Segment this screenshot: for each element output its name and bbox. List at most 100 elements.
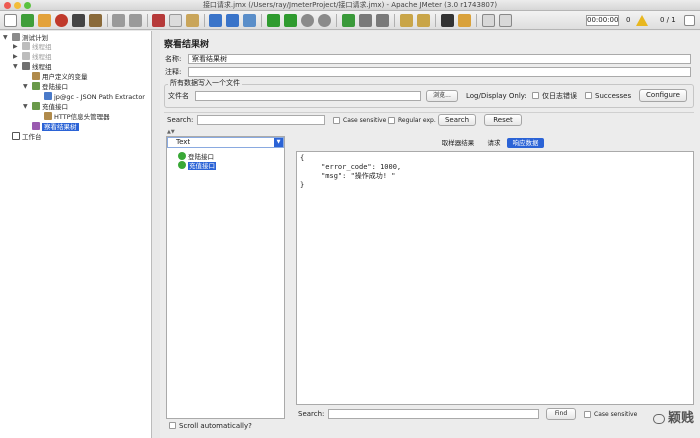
tab-request[interactable]: 请求 <box>482 138 506 148</box>
errors-only-label: 仅日志错误 <box>542 92 577 100</box>
remote-start-icon[interactable] <box>342 14 355 27</box>
workbench-icon <box>12 132 20 140</box>
panel-title: 察看结果树 <box>164 40 210 50</box>
close-icon[interactable] <box>55 14 68 27</box>
clear-icon[interactable] <box>400 14 413 27</box>
zoom-window-button[interactable] <box>24 2 31 9</box>
close-window-button[interactable] <box>4 2 11 9</box>
case-sensitive-checkbox[interactable] <box>333 117 340 124</box>
detail-case-sensitive-checkbox[interactable] <box>584 411 591 418</box>
tab-sampler-result[interactable]: 取样器结果 <box>434 138 482 148</box>
view-results-tree-panel: 察看结果树 名称: 察看结果树 注释: 所有数据写入一个文件 文件名 浏览...… <box>160 31 700 438</box>
collapse-icon[interactable] <box>226 14 239 27</box>
wrench-icon <box>32 72 40 80</box>
search-button[interactable]: Search <box>438 114 476 126</box>
warning-icon[interactable] <box>636 15 648 26</box>
new-icon[interactable] <box>4 14 17 27</box>
reset-search-icon[interactable] <box>458 14 471 27</box>
test-plan-icon <box>12 33 20 41</box>
find-button[interactable]: Find <box>546 408 576 420</box>
tree-item-user-variables[interactable]: 用户定义的变量 <box>32 72 88 81</box>
save-as-icon[interactable] <box>89 14 102 27</box>
minimize-window-button[interactable] <box>14 2 21 9</box>
response-line: "error_code": 1000, <box>300 163 402 171</box>
tree-item-header-manager[interactable]: HTTP信息头管理器 <box>44 112 110 121</box>
success-shield-icon <box>178 161 186 169</box>
extractor-icon <box>44 92 52 100</box>
comment-field[interactable] <box>188 67 691 77</box>
tree-item-test-plan[interactable]: 测试计划 <box>12 33 48 42</box>
shutdown-icon[interactable] <box>318 14 331 27</box>
undo-icon[interactable] <box>112 14 125 27</box>
response-line: } <box>300 181 305 189</box>
tab-response-data[interactable]: 响应数据 <box>507 138 544 148</box>
search-label: Search: <box>167 116 194 124</box>
renderer-value: Text <box>176 138 191 146</box>
tree-item-recharge-sampler[interactable]: 充值接口 <box>32 102 68 111</box>
remote-stop-icon[interactable] <box>359 14 372 27</box>
filename-field[interactable] <box>195 91 421 101</box>
window-title-bar: 接口请求.jmx (/Users/ray/JmeterProject/接口请求.… <box>0 0 700 11</box>
scroll-automatically-checkbox[interactable] <box>169 422 176 429</box>
tree-item-thread-group-1[interactable]: 线程组 <box>22 42 52 51</box>
sampler-icon <box>32 102 40 110</box>
elapsed-timer: 00:00:00 <box>586 15 619 26</box>
open-icon[interactable] <box>38 14 51 27</box>
configure-button[interactable]: Configure <box>639 89 687 102</box>
case-sensitive-label: Case sensitive <box>343 117 387 124</box>
save-icon[interactable] <box>72 14 85 27</box>
detail-case-sensitive-label: Case sensitive <box>594 411 638 418</box>
tree-item-json-path-extractor[interactable]: jp@gc - JSON Path Extractor <box>44 92 145 101</box>
listener-icon <box>32 122 40 130</box>
errors-only-checkbox[interactable] <box>532 92 539 99</box>
stop-icon[interactable] <box>301 14 314 27</box>
test-plan-tree: ▼ 测试计划 ▶ 线程组 ▶ 线程组 ▼ 线程组 用户定义的变量 ▼ 登陆接口 … <box>0 31 152 438</box>
inner-splitter[interactable] <box>286 136 295 419</box>
detail-search-input[interactable] <box>328 409 539 419</box>
sampler-icon <box>32 82 40 90</box>
search-input[interactable] <box>197 115 325 125</box>
search-icon[interactable] <box>441 14 454 27</box>
regular-exp-checkbox[interactable] <box>388 117 395 124</box>
paste-icon[interactable] <box>186 14 199 27</box>
successes-label: Successes <box>595 92 632 100</box>
main-splitter[interactable] <box>152 31 160 438</box>
tree-item-thread-group-2[interactable]: 线程组 <box>22 52 52 61</box>
name-label: 名称: <box>165 55 182 63</box>
help-icon[interactable] <box>499 14 512 27</box>
comment-label: 注释: <box>165 68 182 76</box>
collapse-arrows-icon[interactable]: ▲▼ <box>167 129 175 135</box>
wrench-icon <box>44 112 52 120</box>
successes-checkbox[interactable] <box>585 92 592 99</box>
log-display-label: Log/Display Only: <box>466 92 527 100</box>
thread-indicator-icon <box>684 15 695 26</box>
start-icon[interactable] <box>267 14 280 27</box>
cut-icon[interactable] <box>152 14 165 27</box>
thread-group-icon <box>22 62 30 70</box>
reset-button[interactable]: Reset <box>484 114 522 126</box>
expand-icon[interactable] <box>209 14 222 27</box>
tree-item-thread-group-3[interactable]: 线程组 <box>22 62 52 71</box>
redo-icon[interactable] <box>129 14 142 27</box>
tree-item-login-sampler[interactable]: 登陆接口 <box>32 82 68 91</box>
thread-group-icon <box>22 52 30 60</box>
regular-exp-label: Regular exp. <box>398 117 436 124</box>
copy-icon[interactable] <box>169 14 182 27</box>
tree-item-workbench[interactable]: 工作台 <box>12 132 42 141</box>
write-results-group-label: 所有数据写入一个文件 <box>168 78 242 88</box>
remote-exit-icon[interactable] <box>376 14 389 27</box>
sample-item-login[interactable]: 登陆接口 <box>178 152 214 161</box>
clear-all-icon[interactable] <box>417 14 430 27</box>
start-no-pause-icon[interactable] <box>284 14 297 27</box>
browse-button[interactable]: 浏览... <box>426 90 458 102</box>
tree-item-view-results-tree[interactable]: 察看结果树 <box>32 122 79 131</box>
filename-label: 文件名 <box>168 92 189 100</box>
sample-item-recharge[interactable]: 充值接口 <box>178 161 216 170</box>
detail-search-label: Search: <box>298 410 325 418</box>
name-field[interactable]: 察看结果树 <box>188 54 691 64</box>
response-data-pane[interactable]: { "error_code": 1000, "msg": "操作成功! " } <box>296 151 694 405</box>
function-helper-icon[interactable] <box>482 14 495 27</box>
renderer-select[interactable]: Text ▼ <box>167 137 284 148</box>
toggle-icon[interactable] <box>243 14 256 27</box>
templates-icon[interactable] <box>21 14 34 27</box>
